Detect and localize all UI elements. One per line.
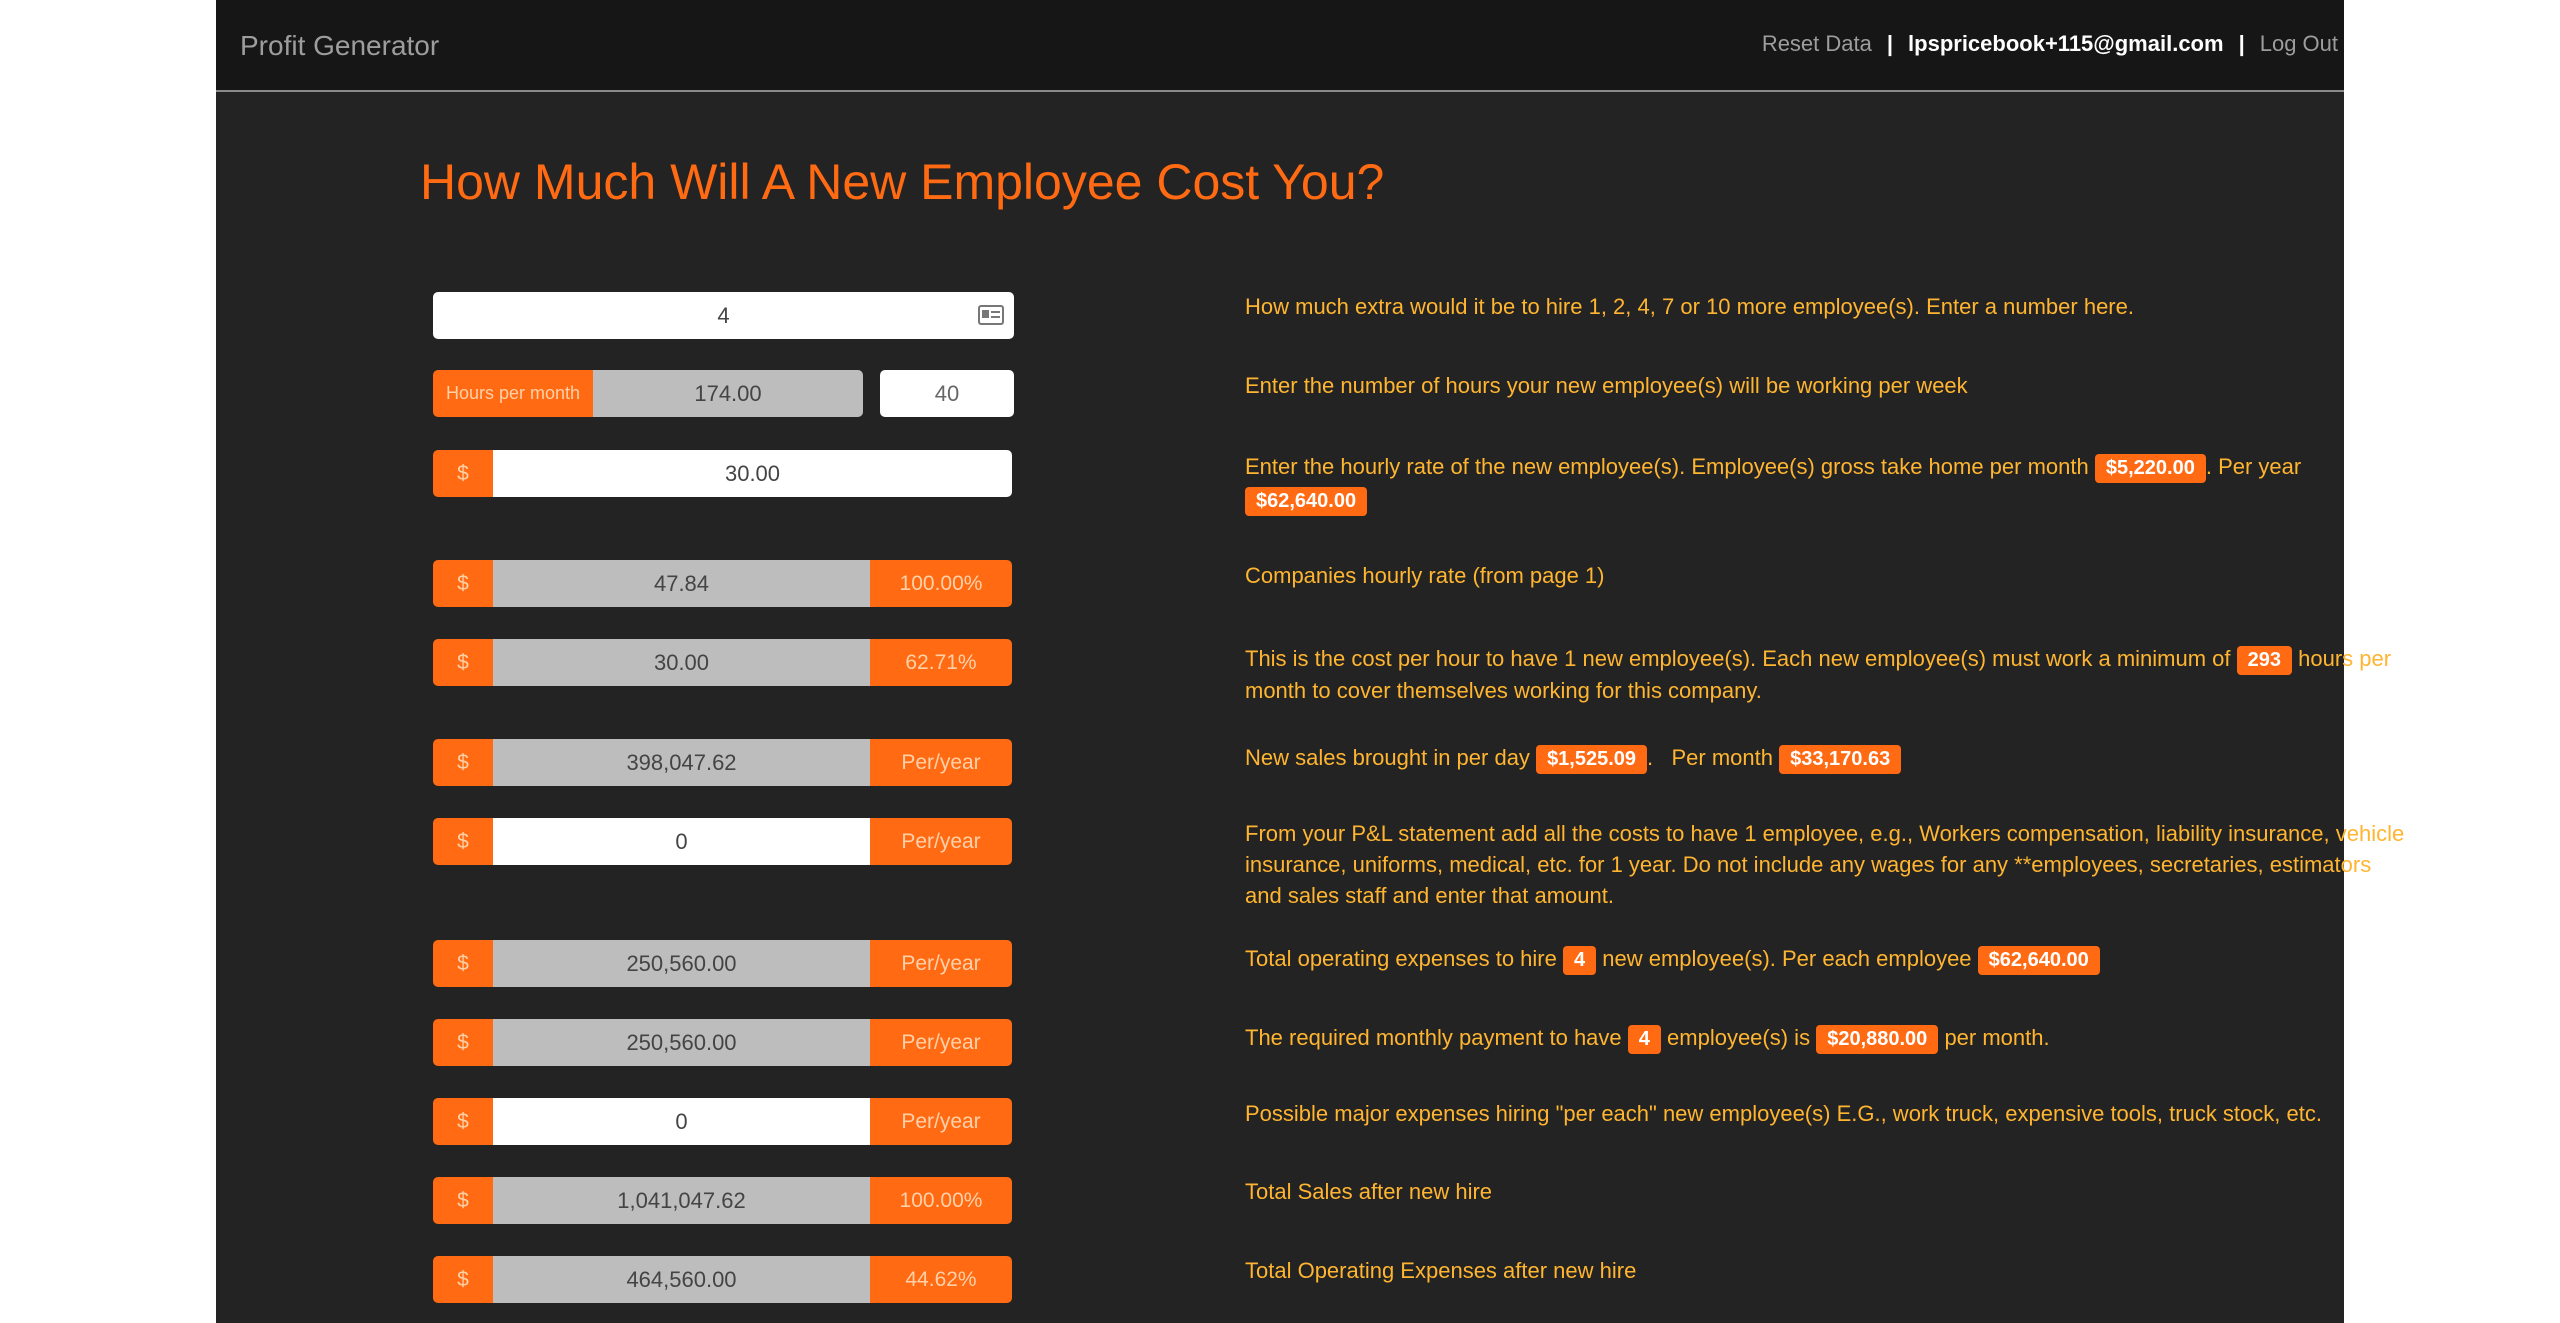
nav-separator: |: [2238, 31, 2245, 56]
new-sales-desc-text-2: . Per month: [1647, 745, 1773, 770]
employees-input-group: 4: [433, 292, 1014, 339]
hours-description: Enter the number of hours your new emplo…: [1245, 373, 1968, 398]
employees-description: How much extra would it be to hire 1, 2,…: [1245, 294, 2134, 319]
new-sales-description: New sales brought in per day $1,525.09. …: [1245, 742, 2405, 774]
dollar-prefix: $: [433, 940, 493, 987]
dollar-prefix: $: [433, 739, 493, 786]
hours-per-month-field: 174.00: [593, 370, 863, 417]
new-sales-desc-text: New sales brought in per day: [1245, 745, 1530, 770]
company-rate-percent: 100.00%: [870, 560, 1012, 607]
total-opex-after-field: 464,560.00: [493, 1256, 870, 1303]
rate-desc-text: Enter the hourly rate of the new employe…: [1245, 454, 2089, 479]
employee-count-badge: 4: [1627, 1025, 1661, 1054]
monthly-payment-desc-text: The required monthly payment to have: [1245, 1025, 1622, 1050]
pl-costs-input[interactable]: 0: [493, 818, 870, 865]
dollar-prefix: $: [433, 818, 493, 865]
monthly-payment-badge: $20,880.00: [1816, 1025, 1939, 1054]
hours-prefix: Hours per month: [433, 370, 593, 417]
rate-desc-text-2: . Per year: [2205, 454, 2302, 479]
id-card-icon: [978, 305, 1004, 325]
cost-hour-desc-text: This is the cost per hour to have 1 new …: [1245, 646, 2231, 671]
total-opex-desc-text: Total operating expenses to hire: [1245, 946, 1557, 971]
employees-input[interactable]: 4: [433, 292, 1014, 339]
per-year-suffix: Per/year: [870, 739, 1012, 786]
cost-per-hour-field: 30.00: [493, 639, 870, 686]
new-sales-group: $ 398,047.62 Per/year: [433, 739, 1012, 786]
employees-value: 4: [717, 302, 730, 328]
hours-input-group: Hours per month 174.00 40: [433, 370, 1014, 417]
dollar-prefix: $: [433, 1019, 493, 1066]
total-opex-after-percent: 44.62%: [870, 1256, 1012, 1303]
dollar-prefix: $: [433, 1177, 493, 1224]
dollar-prefix: $: [433, 450, 493, 497]
total-opex-desc-text-2: new employee(s). Per each employee: [1602, 946, 1972, 971]
total-sales-group: $ 1,041,047.62 100.00%: [433, 1177, 1012, 1224]
per-year-suffix: Per/year: [870, 940, 1012, 987]
dollar-prefix: $: [433, 639, 493, 686]
dollar-prefix: $: [433, 1256, 493, 1303]
hours-per-week-input[interactable]: 40: [880, 370, 1014, 417]
per-year-suffix: Per/year: [870, 818, 1012, 865]
nav-separator: |: [1886, 31, 1894, 56]
app-window: Profit Generator Reset Data | lpspricebo…: [216, 0, 2404, 1323]
sales-per-month-badge: $33,170.63: [1779, 745, 1902, 774]
major-expenses-description: Possible major expenses hiring "per each…: [1245, 1101, 2322, 1126]
company-rate-description: Companies hourly rate (from page 1): [1245, 563, 1605, 588]
per-year-suffix: Per/year: [870, 1098, 1012, 1145]
pl-costs-description: From your P&L statement add all the cost…: [1245, 821, 2405, 908]
hourly-rate-input[interactable]: 30.00: [493, 450, 1012, 497]
gross-month-badge: $5,220.00: [2094, 454, 2206, 483]
cost-hour-description: This is the cost per hour to have 1 new …: [1245, 643, 2405, 706]
employee-count-badge: 4: [1563, 946, 1597, 975]
total-opex-after-description: Total Operating Expenses after new hire: [1245, 1258, 1637, 1283]
rate-description: Enter the hourly rate of the new employe…: [1245, 451, 2405, 516]
page-title: How Much Will A New Employee Cost You?: [420, 154, 1385, 210]
monthly-payment-desc-text-2: employee(s) is: [1667, 1025, 1811, 1050]
major-expenses-input[interactable]: 0: [493, 1098, 870, 1145]
dollar-prefix: $: [433, 1098, 493, 1145]
gross-year-badge: $62,640.00: [1245, 487, 1368, 516]
pl-costs-group: $ 0 Per/year: [433, 818, 1012, 865]
user-email[interactable]: lpspricebook+115@gmail.com: [1908, 31, 2224, 57]
total-opex-description: Total operating expenses to hire 4 new e…: [1245, 943, 2405, 975]
reset-data-link[interactable]: Reset Data: [1762, 31, 1872, 57]
monthly-payment-field: 250,560.00: [493, 1019, 870, 1066]
major-expenses-group: $ 0 Per/year: [433, 1098, 1012, 1145]
monthly-payment-description: The required monthly payment to have 4 e…: [1245, 1022, 2405, 1054]
dollar-prefix: $: [433, 560, 493, 607]
total-sales-field: 1,041,047.62: [493, 1177, 870, 1224]
cost-each-badge: $62,640.00: [1977, 946, 2100, 975]
total-sales-description: Total Sales after new hire: [1245, 1179, 1493, 1204]
nav-links: Reset Data | lpspricebook+115@gmail.com …: [1762, 31, 2338, 57]
new-sales-field: 398,047.62: [493, 739, 870, 786]
logout-link[interactable]: Log Out: [2260, 31, 2338, 57]
monthly-payment-desc-text-3: per month.: [1944, 1025, 2050, 1050]
navbar: Profit Generator Reset Data | lpspricebo…: [216, 0, 2344, 92]
per-year-suffix: Per/year: [870, 1019, 1012, 1066]
company-rate-field: 47.84: [493, 560, 870, 607]
total-opex-after-group: $ 464,560.00 44.62%: [433, 1256, 1012, 1303]
total-opex-group: $ 250,560.00 Per/year: [433, 940, 1012, 987]
min-hours-badge: 293: [2236, 646, 2293, 675]
monthly-payment-group: $ 250,560.00 Per/year: [433, 1019, 1012, 1066]
total-opex-field: 250,560.00: [493, 940, 870, 987]
rate-input-group: $ 30.00: [433, 450, 1012, 497]
brand-link[interactable]: Profit Generator: [240, 30, 439, 62]
sales-per-day-badge: $1,525.09: [1536, 745, 1648, 774]
total-sales-percent: 100.00%: [870, 1177, 1012, 1224]
cost-hour-percent: 62.71%: [870, 639, 1012, 686]
company-rate-group: $ 47.84 100.00%: [433, 560, 1012, 607]
cost-hour-group: $ 30.00 62.71%: [433, 639, 1012, 686]
